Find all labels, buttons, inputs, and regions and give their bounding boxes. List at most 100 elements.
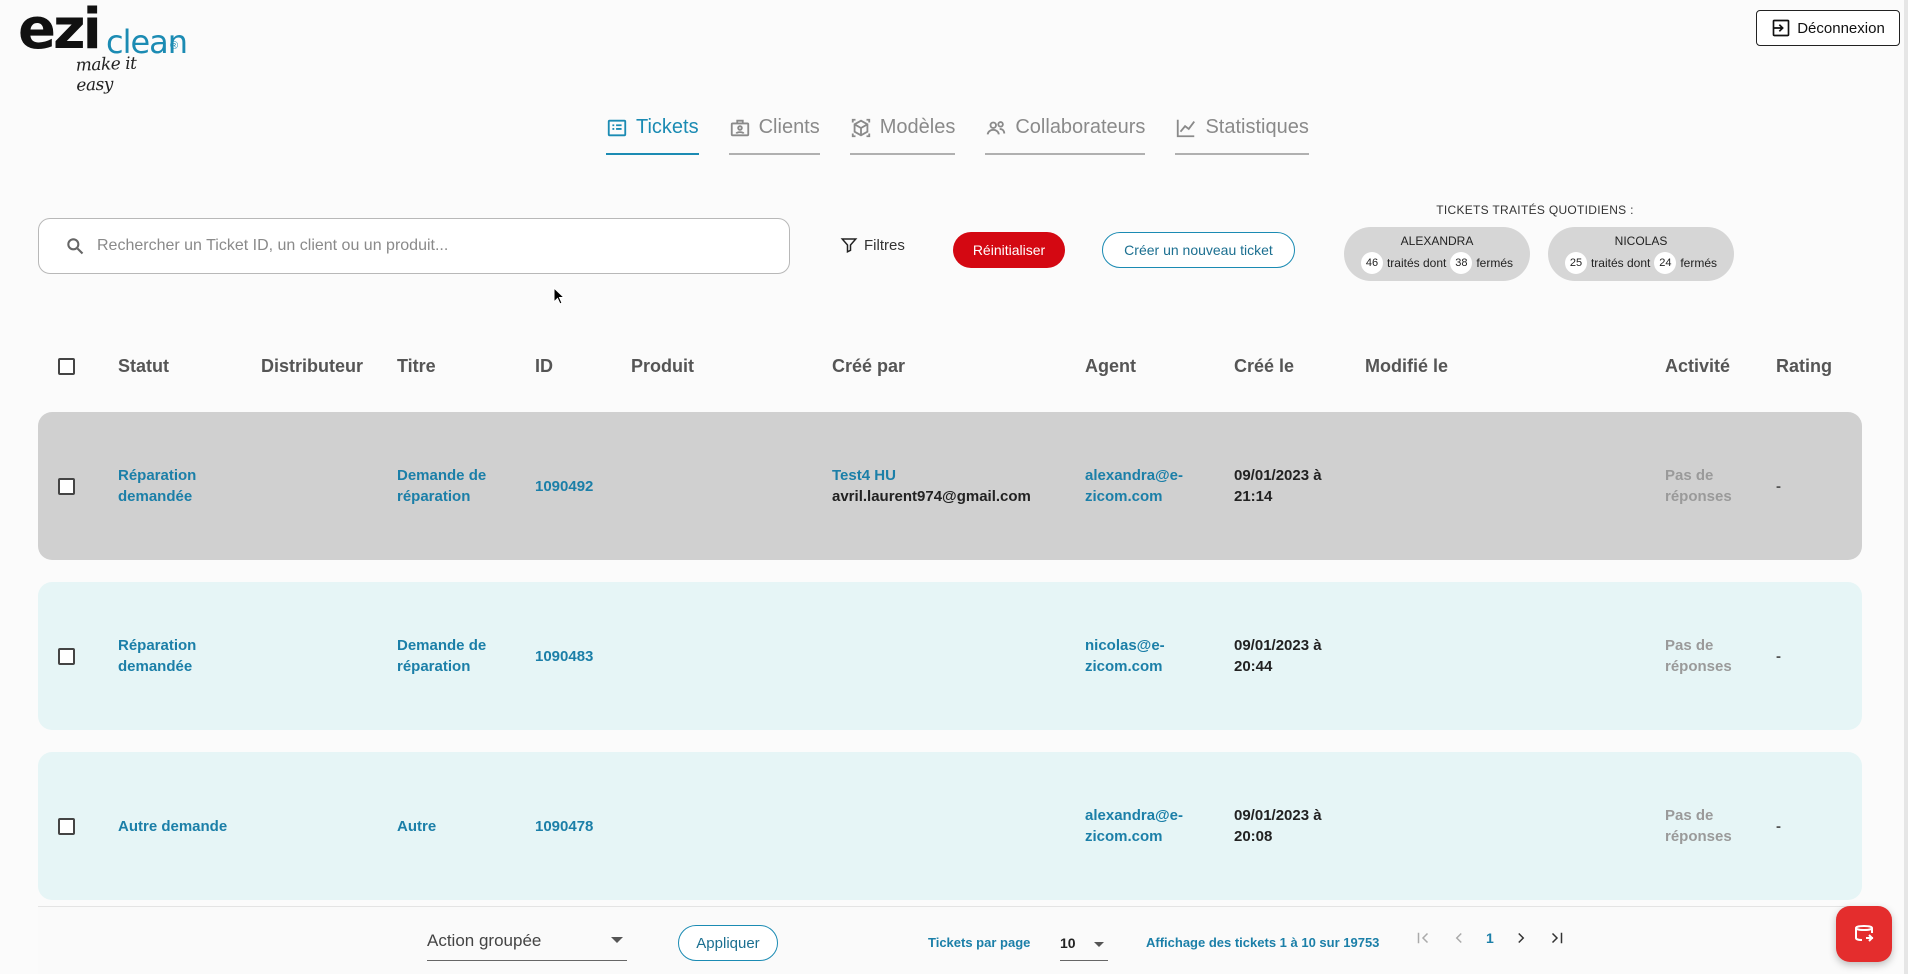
table-row[interactable]: Réparation demandée Demande de réparatio… — [38, 582, 1862, 730]
creator-email: avril.laurent974@gmail.com — [832, 488, 1031, 505]
chevron-down-icon — [1094, 942, 1104, 947]
apply-button[interactable]: Appliquer — [678, 925, 778, 961]
col-distributor[interactable]: Distributeur — [261, 356, 363, 377]
row-checkbox[interactable] — [58, 818, 75, 835]
bulk-action-select[interactable]: Action groupée — [427, 929, 627, 961]
per-page-value: 10 — [1060, 935, 1076, 951]
col-id[interactable]: ID — [535, 356, 553, 377]
agent-name: NICOLAS — [1614, 234, 1668, 248]
select-all-checkbox[interactable] — [58, 358, 75, 375]
logo-registered: ® — [170, 40, 179, 52]
closed-count: 38 — [1450, 252, 1473, 274]
current-page[interactable]: 1 — [1486, 930, 1494, 946]
filters-button[interactable]: Filtres — [840, 236, 905, 254]
tab-models[interactable]: Modèles — [849, 112, 956, 155]
filter-icon — [840, 238, 858, 253]
col-activity[interactable]: Activité — [1665, 356, 1730, 377]
status-cell: Autre demande — [118, 818, 228, 835]
rating-cell: - — [1776, 648, 1781, 665]
table-footer: Action groupée Appliquer Tickets par pag… — [38, 906, 1862, 974]
rating-cell: - — [1776, 818, 1781, 835]
search-icon — [67, 238, 84, 255]
agent-name: ALEXANDRA — [1400, 234, 1474, 248]
eziclean-logo[interactable]: ezi clean ® make it easy — [18, 2, 188, 96]
per-page-select[interactable]: 10 — [1060, 929, 1108, 961]
tab-label: Tickets — [636, 116, 699, 138]
col-agent[interactable]: Agent — [1085, 356, 1136, 377]
activity-cell: Pas de réponses — [1665, 637, 1732, 675]
agent-cell: alexandra@e- zicom.com — [1085, 467, 1184, 505]
reset-button[interactable]: Réinitialiser — [953, 232, 1065, 268]
tab-collaborators[interactable]: Collaborateurs — [985, 112, 1146, 155]
pagination-range: Affichage des tickets 1 à 10 sur 19753 — [1146, 935, 1380, 950]
daily-stats-title: TICKETS TRAITÉS QUOTIDIENS : — [1436, 203, 1634, 217]
created-at-cell: 09/01/2023 à 20:44 — [1234, 637, 1322, 675]
col-created-by[interactable]: Créé par — [832, 356, 905, 377]
ticket-id-link[interactable]: 1090483 — [535, 646, 593, 667]
col-modified-at[interactable]: Modifié le — [1365, 356, 1448, 377]
support-chat-button[interactable] — [1836, 906, 1892, 962]
tab-label: Collaborateurs — [1015, 116, 1146, 138]
chart-icon — [1177, 119, 1196, 137]
search-input[interactable] — [97, 237, 737, 255]
filters-label: Filtres — [864, 236, 905, 254]
tab-clients[interactable]: Clients — [728, 112, 820, 155]
closed-label: fermés — [1680, 256, 1718, 270]
briefcase-icon — [730, 119, 749, 136]
agent-stats-nicolas: NICOLAS 25 traités dont 24 fermés — [1548, 227, 1734, 281]
main-tabs: Tickets Clients Modèles Collaborateurs S… — [606, 112, 1309, 155]
logout-button[interactable]: Déconnexion — [1756, 10, 1900, 46]
tab-statistics[interactable]: Statistiques — [1175, 112, 1309, 155]
last-page-icon[interactable] — [1548, 929, 1566, 947]
created-at-cell: 09/01/2023 à 20:08 — [1234, 807, 1322, 845]
logo-main: ezi — [18, 0, 102, 62]
col-created-at[interactable]: Créé le — [1234, 356, 1294, 377]
creator-cell: Test4 HU avril.laurent974@gmail.com — [832, 465, 1031, 507]
activity-cell: Pas de réponses — [1665, 467, 1732, 505]
created-at-cell: 09/01/2023 à 21:14 — [1234, 467, 1322, 505]
table-row[interactable]: Autre demande Autre 1090478 alexandra@e-… — [38, 752, 1862, 900]
agent-stats-line: 46 traités dont 38 fermés — [1344, 252, 1530, 274]
title-cell: Demande de réparation — [397, 637, 487, 675]
title-cell: Demande de réparation — [397, 467, 487, 505]
next-page-icon[interactable] — [1512, 929, 1530, 947]
col-rating[interactable]: Rating — [1776, 356, 1832, 377]
activity-cell: Pas de réponses — [1665, 807, 1732, 845]
title-cell: Autre — [397, 818, 437, 835]
status-cell: Réparation demandée — [118, 637, 197, 675]
first-page-icon[interactable] — [1414, 929, 1432, 947]
treated-label: traités dont — [1386, 256, 1447, 270]
agent-stats-alexandra: ALEXANDRA 46 traités dont 38 fermés — [1344, 227, 1530, 281]
treated-count: 46 — [1360, 252, 1383, 274]
tab-label: Statistiques — [1205, 116, 1309, 138]
closed-label: fermés — [1476, 256, 1514, 270]
col-product[interactable]: Produit — [631, 356, 694, 377]
prev-page-icon[interactable] — [1450, 929, 1468, 947]
col-title[interactable]: Titre — [397, 356, 436, 377]
ticket-id-link[interactable]: 1090478 — [535, 816, 593, 837]
logout-icon — [1772, 19, 1790, 37]
tab-label: Clients — [758, 116, 820, 138]
treated-count: 25 — [1564, 252, 1587, 274]
tab-label: Modèles — [879, 116, 956, 138]
creator-name[interactable]: Test4 HU — [832, 465, 1031, 486]
row-checkbox[interactable] — [58, 478, 75, 495]
ticket-id-link[interactable]: 1090492 — [535, 476, 593, 497]
create-ticket-button[interactable]: Créer un nouveau ticket — [1102, 232, 1295, 268]
cube-icon — [851, 118, 870, 137]
row-checkbox[interactable] — [58, 648, 75, 665]
logo-tagline: make it easy — [75, 53, 137, 96]
chevron-down-icon — [611, 937, 623, 943]
mouse-cursor-icon — [553, 287, 565, 305]
table-row[interactable]: Réparation demandée Demande de réparatio… — [38, 412, 1862, 560]
page-scrollbar[interactable] — [1904, 0, 1908, 974]
treated-label: traités dont — [1590, 256, 1651, 270]
agent-stats-line: 25 traités dont 24 fermés — [1548, 252, 1734, 274]
tab-tickets[interactable]: Tickets — [606, 112, 699, 155]
pagination: 1 — [1414, 929, 1566, 947]
agent-cell: alexandra@e- zicom.com — [1085, 807, 1184, 845]
status-cell: Réparation demandée — [118, 467, 197, 505]
logout-label: Déconnexion — [1797, 19, 1885, 37]
rating-cell: - — [1776, 478, 1781, 495]
col-status[interactable]: Statut — [118, 356, 169, 377]
